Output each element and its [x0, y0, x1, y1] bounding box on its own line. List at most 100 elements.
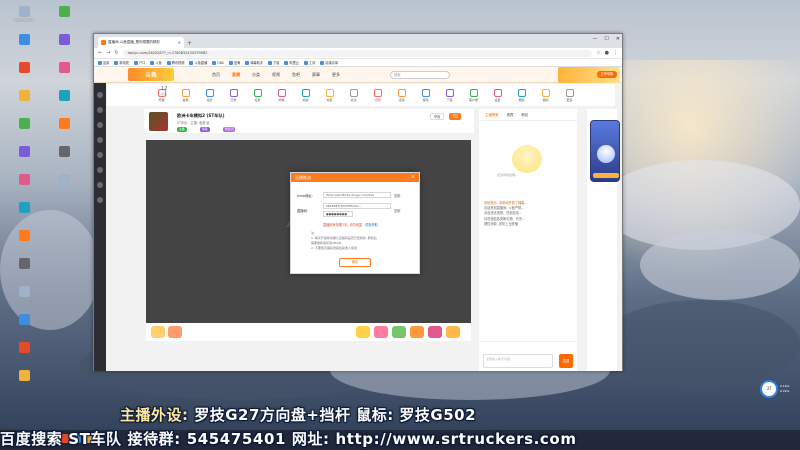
rail-match-icon[interactable] [97, 152, 103, 158]
dialog-close-icon[interactable]: × [411, 173, 415, 182]
desktop-shortcut-icon[interactable]: Recycle Bin [4, 6, 44, 28]
category-item[interactable]: 关注 [343, 88, 364, 102]
menu-icon[interactable]: ⋮ [613, 50, 618, 56]
follow-count[interactable]: 12 关注 [161, 86, 167, 96]
url-input[interactable]: douyu.com/2825287?_r=1780832430239082 [122, 49, 593, 57]
desktop-shortcut-icon[interactable] [4, 314, 44, 336]
desktop-shortcut-icon[interactable] [4, 118, 44, 140]
gift-icon[interactable] [446, 326, 460, 338]
banner-claim-button[interactable]: 立即领取 [597, 71, 617, 78]
back-icon[interactable]: ← [98, 50, 102, 56]
gift-icon[interactable] [428, 326, 442, 338]
desktop-shortcut-icon[interactable] [4, 146, 44, 168]
gift-icon[interactable] [168, 326, 182, 338]
room-tag[interactable]: 主播 [177, 127, 187, 132]
stream-key-field[interactable]: 2825287r2O2hF5wUn... [323, 203, 391, 209]
send-button[interactable]: 发送 [559, 354, 573, 368]
browser-tab[interactable]: 直播间-斗鱼直播_是你想要的精彩 × [98, 37, 184, 48]
promo-banner[interactable]: 立即领取 [558, 67, 620, 83]
bookmark-item[interactable]: 斗鱼直播 [189, 60, 207, 65]
star-icon[interactable]: ☆ [596, 50, 600, 56]
copy-key-button[interactable]: 复制 [394, 208, 400, 213]
bookmark-item[interactable]: 蓝海 [228, 60, 240, 65]
category-item[interactable]: 订阅 [367, 88, 388, 102]
desktop-shortcut-icon[interactable] [4, 370, 44, 392]
desktop-shortcut-icon[interactable] [4, 230, 44, 252]
forward-icon[interactable]: → [106, 50, 110, 56]
close-window-button[interactable]: ✕ [616, 36, 620, 42]
close-tab-icon[interactable]: × [178, 40, 181, 45]
bookmark-item[interactable]: 应用 [98, 60, 109, 65]
category-item[interactable]: 动态 [295, 88, 316, 102]
report-button[interactable]: 举报 [430, 113, 445, 120]
rail-download-icon[interactable] [97, 197, 103, 203]
desktop-shortcut-icon[interactable] [44, 146, 84, 168]
desktop-shortcut-icon[interactable] [4, 174, 44, 196]
bookmark-item[interactable]: 阅读清单 [320, 60, 338, 65]
room-tag[interactable]: 等级 [200, 127, 210, 132]
tab-vip[interactable]: 贵宾 [507, 112, 514, 117]
category-item[interactable]: 活动 [391, 88, 412, 102]
bookmark-item[interactable]: 工具 [303, 60, 315, 65]
bookmark-item[interactable]: 阿里云 [284, 60, 299, 65]
network-speed-widget[interactable]: 37 0.1K/s 0.2K/s [760, 380, 789, 398]
nav-yuba[interactable]: 鱼吧 [292, 72, 300, 78]
new-tab-button[interactable]: + [187, 40, 192, 47]
rail-yuba-icon[interactable] [97, 182, 103, 188]
category-item[interactable]: 帮助 [511, 88, 532, 102]
desktop-shortcut-icon[interactable] [44, 34, 84, 56]
category-item[interactable]: 更多 [559, 88, 580, 102]
tab-fans[interactable]: 粉丝 [521, 112, 528, 117]
rail-follow-icon[interactable] [97, 107, 103, 113]
site-search-input[interactable]: 搜索 [390, 71, 450, 79]
category-item[interactable]: 客户端 [463, 88, 484, 102]
desktop-shortcut-icon[interactable] [4, 62, 44, 84]
desktop-shortcut-icon[interactable] [4, 202, 44, 224]
bookmark-item[interactable]: 户口 [133, 60, 145, 65]
desktop-shortcut-icon[interactable] [4, 258, 44, 280]
room-tag[interactable]: 粉丝团 [223, 127, 236, 132]
category-item[interactable]: 设置 [487, 88, 508, 102]
nav-category[interactable]: 分类 [252, 72, 260, 78]
reload-icon[interactable]: ↻ [114, 50, 118, 56]
nav-home[interactable]: 首页 [212, 72, 220, 78]
category-item[interactable]: 游戏 [415, 88, 436, 102]
desktop-shortcut-icon[interactable] [4, 286, 44, 308]
category-item[interactable]: 鱼塘 [175, 88, 196, 102]
bookmark-item[interactable]: 新电视 [114, 60, 129, 65]
bookmark-item[interactable]: 腾讯视频 [166, 60, 184, 65]
gift-icon[interactable] [392, 326, 406, 338]
desktop-shortcut-icon[interactable] [4, 90, 44, 112]
desktop-shortcut-icon[interactable] [44, 118, 84, 140]
profile-icon[interactable]: ● [605, 50, 609, 56]
nav-live[interactable]: 直播 [232, 72, 240, 78]
gift-icon[interactable] [356, 326, 370, 338]
douyu-logo[interactable]: 斗鱼 [128, 68, 174, 81]
nav-match[interactable]: 赛事 [312, 72, 320, 78]
floating-activity-widget[interactable] [590, 120, 620, 182]
gift-icon[interactable] [410, 326, 424, 338]
gift-icon[interactable] [374, 326, 388, 338]
desktop-shortcut-icon[interactable] [44, 62, 84, 84]
nav-video[interactable]: 视频 [272, 72, 280, 78]
rtmp-address-field[interactable]: rtmp://sendtc3a.douyu.com/live [323, 192, 391, 198]
follow-button[interactable]: 关注 [449, 113, 462, 120]
desktop-shortcut-icon[interactable] [4, 342, 44, 364]
rail-game-icon[interactable] [97, 167, 103, 173]
stream-key-masked[interactable]: ●●●●●●●● [323, 211, 353, 217]
bookmark-item[interactable]: 下载 [267, 60, 279, 65]
anchor-avatar[interactable] [149, 112, 168, 131]
gift-icon[interactable] [151, 326, 165, 338]
copy-rtmp-button[interactable]: 复制 [394, 193, 400, 198]
desktop-shortcut-icon[interactable] [44, 90, 84, 112]
chat-input[interactable]: 这里输入聊天内容 [483, 354, 553, 368]
category-item[interactable]: 历史 [223, 88, 244, 102]
rail-category-icon[interactable] [97, 122, 103, 128]
nav-more[interactable]: 更多 [332, 72, 340, 78]
category-item[interactable]: 任务 [247, 88, 268, 102]
confirm-button[interactable]: 确定 [339, 258, 371, 267]
refresh-key-link[interactable]: 重新获取 [365, 223, 378, 227]
category-item[interactable]: 商城 [271, 88, 292, 102]
desktop-shortcut-icon[interactable] [44, 6, 84, 28]
category-item[interactable]: 充值 [319, 88, 340, 102]
